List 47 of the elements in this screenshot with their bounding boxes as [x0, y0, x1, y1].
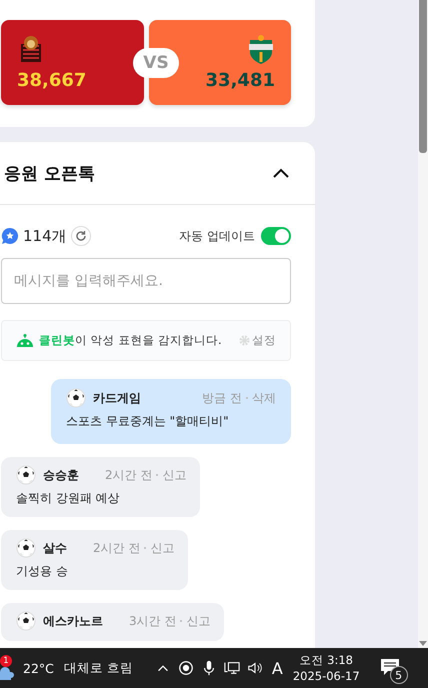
clock-time: 오전 3:18: [300, 652, 353, 668]
collapse-button[interactable]: [271, 166, 291, 180]
cleanbot-notice: 클린봇이 악성 표현을 감지합니다.: [39, 333, 222, 348]
network-icon[interactable]: [224, 660, 240, 676]
report-link[interactable]: 신고: [150, 540, 174, 556]
record-icon[interactable]: [178, 660, 194, 676]
message-time: 2시간 전: [93, 540, 140, 556]
message-text: 스포츠 무료중계는 "할매티비": [66, 413, 230, 430]
input-method-indicator[interactable]: A: [272, 658, 283, 678]
soccer-ball-icon: [16, 538, 36, 558]
message-count: 114개: [23, 226, 67, 246]
shield-crest-icon: [247, 34, 275, 64]
speaker-icon[interactable]: [246, 660, 263, 676]
message-text: 솔찍히 강원패 예상: [16, 490, 121, 507]
soccer-ball-icon: [66, 388, 86, 408]
auto-update-toggle[interactable]: [261, 227, 291, 245]
user-name: 승승훈: [43, 466, 79, 484]
auto-update-label: 자동 업데이트: [179, 228, 255, 244]
refresh-icon: [74, 230, 87, 242]
robot-icon: [16, 334, 34, 348]
message-time: 3시간 전: [129, 612, 176, 630]
user-name: 살수: [43, 540, 67, 556]
gear-icon: [239, 335, 250, 346]
refresh-button[interactable]: [70, 226, 91, 246]
clock-date: 2025-06-17: [292, 668, 360, 684]
temperature: 22°C: [23, 660, 54, 676]
message-input[interactable]: 메시지를 입력해주세요.: [1, 258, 291, 304]
notification-count: 5: [390, 666, 408, 684]
user-name: 카드게임: [93, 390, 141, 406]
soccer-ball-icon: [16, 611, 36, 631]
message-time: 방금 전: [202, 390, 242, 406]
scrollbar[interactable]: [418, 0, 428, 648]
message-time: 2시간 전: [105, 466, 152, 484]
message-text: 기성용 승: [16, 563, 69, 580]
report-link[interactable]: 신고: [162, 466, 186, 484]
report-link[interactable]: 신고: [186, 612, 210, 630]
user-name: 에스카노르: [43, 612, 103, 630]
weather-badge: 1: [0, 655, 12, 667]
delete-link[interactable]: 삭제: [252, 390, 276, 406]
cloud-icon[interactable]: [0, 666, 14, 680]
settings-button[interactable]: 설정: [239, 333, 276, 348]
clock[interactable]: 오전 3:18 2025-06-17: [292, 652, 360, 684]
weather-text: 대체로 흐림: [64, 660, 133, 676]
cheer-count: 33,481: [206, 70, 275, 91]
chat-title: 응원 오픈톡: [4, 162, 95, 184]
soccer-ball-icon: [16, 465, 36, 485]
cheer-count: 38,667: [17, 70, 86, 91]
